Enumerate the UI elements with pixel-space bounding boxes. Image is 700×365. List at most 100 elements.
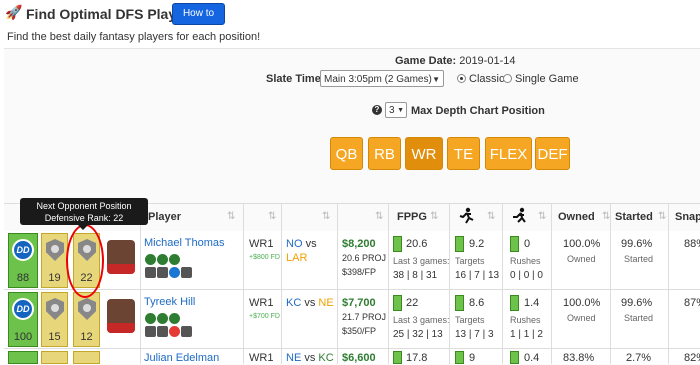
shield-icon (46, 298, 64, 320)
shield-icon (78, 298, 96, 320)
fppg-bar (393, 295, 402, 311)
dd-rank-badge: DD 88 (8, 233, 38, 288)
owned-value: 83.8% (563, 352, 595, 364)
position-button-rb[interactable]: RB (368, 137, 401, 170)
sort-icon[interactable]: ⇅ (227, 211, 235, 222)
salary: $8,200 (342, 238, 376, 250)
rushes-value: 1.4 (524, 297, 540, 309)
targets-value: 8.6 (469, 297, 485, 309)
snaps-value: 87% (684, 297, 700, 309)
player-extra-icons (145, 326, 193, 338)
game-date: Game Date: 2019-01-14 (395, 55, 516, 67)
last3-label: Last 3 games: (393, 315, 450, 325)
page-header: 🚀 Find Optimal DFS Players How to Use (0, 0, 700, 39)
player-extra-icons (145, 267, 193, 279)
single-game-radio[interactable] (503, 74, 512, 83)
shield-icon (46, 239, 64, 261)
rocket-icon: 🚀 (5, 4, 23, 20)
position-rank-badge: 19 (41, 233, 68, 288)
sort-icon[interactable]: ⇅ (375, 211, 383, 222)
last3-values: 25 | 32 | 13 (393, 329, 443, 340)
owned-value: 100.0% (563, 297, 601, 309)
chevron-down-icon: ▼ (432, 75, 440, 84)
rushes-bar (510, 351, 519, 364)
single-game-label: Single Game (515, 73, 579, 85)
snaps-value: 82% (684, 352, 700, 364)
how-to-use-button[interactable]: How to Use (172, 3, 225, 39)
news-icon[interactable] (181, 267, 192, 278)
fppg-bar (393, 236, 402, 252)
position-button-qb[interactable]: QB (330, 137, 363, 170)
rushes-bar (510, 236, 519, 252)
heart-icon[interactable] (145, 326, 156, 337)
salary-delta: +$700 FD (249, 313, 280, 320)
player-photo (107, 299, 135, 333)
status-dot-icon (145, 313, 156, 324)
chevron-down-icon: ▼ (397, 107, 404, 114)
dd-logo-icon: DD (12, 239, 34, 261)
weather-icon (169, 267, 180, 278)
fppg-value: 20.6 (406, 238, 428, 250)
position-rank-badge: 15 (41, 292, 68, 347)
home-icon (157, 267, 168, 278)
highlight-circle (66, 224, 104, 298)
rushes-bar (510, 295, 519, 311)
targets-bar (455, 295, 464, 311)
column-header-started[interactable]: Started (615, 203, 653, 231)
owned-label: Owned (567, 254, 596, 264)
status-dot-icon (145, 254, 156, 265)
opponent-team: LAR (286, 252, 308, 264)
position-button-te[interactable]: TE (447, 137, 480, 170)
opponent-rank-badge[interactable]: 12 (73, 292, 100, 347)
status-dot-icon (169, 254, 180, 265)
weather-icon (169, 326, 180, 337)
rushes-value: 0 (524, 238, 531, 250)
position-button-wr[interactable]: WR (405, 137, 443, 170)
opponent-rank-badge[interactable] (73, 351, 100, 364)
column-header-player[interactable]: Player (148, 203, 181, 231)
column-header-fppg[interactable]: FPPG (397, 203, 427, 231)
heart-icon[interactable] (145, 267, 156, 278)
sort-icon[interactable]: ⇅ (268, 211, 276, 222)
sort-icon[interactable]: ⇅ (430, 211, 438, 222)
depth-chart-select[interactable]: 3 ▼ (385, 102, 407, 118)
help-icon[interactable]: ? (372, 105, 382, 115)
player-name-link[interactable]: Michael Thomas (144, 237, 225, 249)
sort-icon[interactable]: ⇅ (658, 211, 666, 222)
news-icon[interactable] (181, 326, 192, 337)
sort-icon[interactable]: ⇅ (487, 211, 495, 222)
column-divider (668, 203, 669, 364)
player-name-link[interactable]: Julian Edelman (144, 352, 219, 364)
price-per-fp: $398/FP (342, 267, 377, 277)
targets-last: 16 | 7 | 13 (455, 270, 500, 281)
position-button-def[interactable]: DEF (535, 137, 570, 170)
classic-label: Classic (469, 73, 505, 85)
player-name-link[interactable]: Tyreek Hill (144, 296, 195, 308)
player-status-icons (145, 254, 181, 266)
sort-icon[interactable]: ⇅ (322, 211, 330, 222)
targets-value: 9.2 (469, 238, 485, 250)
position-button-flex[interactable]: FLEX (485, 137, 532, 170)
rushes-label: Rushes (510, 315, 541, 325)
owned-label: Owned (567, 313, 596, 323)
rushes-label: Rushes (510, 256, 541, 266)
column-header-snaps[interactable]: Snaps (675, 203, 700, 231)
opponent-rank-tooltip: Next Opponent Position Defensive Rank: 2… (20, 198, 148, 230)
targets-icon (459, 207, 474, 224)
dd-rank-badge (8, 351, 38, 364)
targets-bar (455, 351, 464, 364)
targets-value: 9 (469, 352, 476, 364)
salary-delta: +$800 FD (249, 254, 280, 261)
status-dot-icon (157, 254, 168, 265)
fppg-value: 22 (406, 297, 419, 309)
position-rank-badge (41, 351, 68, 364)
matchup: NO vs (286, 238, 317, 250)
started-label: Started (624, 313, 654, 323)
classic-radio[interactable] (457, 74, 466, 83)
slate-time-select[interactable]: Main 3:05pm (2 Games) ▼ (320, 70, 444, 87)
column-header-owned[interactable]: Owned (558, 203, 595, 231)
dd-rank-badge: DD 100 (8, 292, 38, 347)
sort-icon[interactable]: ⇅ (538, 211, 546, 222)
snaps-value: 88% (684, 238, 700, 250)
column-divider (551, 203, 552, 364)
